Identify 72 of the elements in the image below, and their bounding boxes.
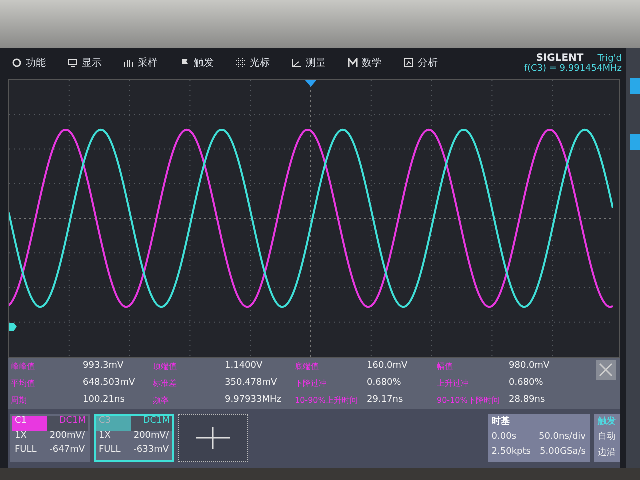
menu-item[interactable]: 采样 <box>124 56 158 70</box>
measurement-value: 350.478mV <box>224 376 278 390</box>
channel-coupling: DC1M <box>130 416 172 431</box>
bandwidth-limit: FULL <box>98 445 122 458</box>
measurement-value: 9.97933MHz <box>224 394 282 407</box>
channel-offset-icon <box>9 322 17 331</box>
close-icon <box>599 362 613 377</box>
vertical-offset: -633mV <box>132 445 170 458</box>
trigger-mode: 自动 <box>598 430 616 444</box>
letter-m-icon <box>348 58 358 68</box>
memory-depth: 2.50kpts <box>492 446 531 459</box>
vertical-scale: 200mV/ <box>132 430 170 443</box>
menu-item[interactable]: 测量 <box>292 56 326 70</box>
timebase-title: 时基 <box>492 415 511 429</box>
bars-icon <box>124 58 134 68</box>
measurement-value: 993.3mV <box>82 360 125 373</box>
trigger-type: 边沿 <box>598 446 616 460</box>
trigger-panel[interactable]: 触发 自动 边沿 <box>594 414 620 462</box>
trigger-position-icon <box>305 80 317 87</box>
measurement-value: 648.503mV <box>82 376 136 390</box>
image-icon <box>404 58 414 68</box>
chart-icon <box>292 58 302 68</box>
measurement-label: 标准差 <box>152 378 178 390</box>
measurement-value: 0.680% <box>508 376 544 390</box>
gear-icon <box>12 58 22 68</box>
trigger-title: 触发 <box>598 416 616 429</box>
measurement-label: 上升过冲 <box>436 378 470 390</box>
measurement-value: 160.0mV <box>366 360 409 373</box>
measurement-label: 峰峰值 <box>10 360 36 373</box>
measurement-value: 980.0mV <box>508 360 551 373</box>
measurement-label: 频率 <box>152 394 170 407</box>
timebase-panel[interactable]: 时基 0.00s 50.0ns/div 2.50kpts 5.00GSa/s <box>488 414 590 462</box>
probe-ratio: 1X <box>98 430 112 443</box>
channel-coupling: DC1M <box>46 416 88 431</box>
measurement-label: 10-90%上升时间 <box>294 394 359 407</box>
grid-icon <box>236 58 246 68</box>
measurement-value: 0.680% <box>366 376 402 390</box>
menu-item[interactable]: 显示 <box>68 56 102 70</box>
measurement-value: 100.21ns <box>82 394 126 407</box>
time-scale: 50.0ns/div <box>538 432 586 444</box>
vertical-scale: 200mV/ <box>48 430 86 443</box>
vertical-offset: -647mV <box>48 445 86 458</box>
frequency-readout: f(C3) = 9.991454MHz <box>524 64 622 74</box>
trigger-status: Trig'd <box>598 54 622 64</box>
brand-logo: SIGLENT <box>536 52 584 64</box>
add-channel-button[interactable] <box>178 414 248 462</box>
probe-ratio: 1X <box>14 430 28 443</box>
measurement-label: 顶端值 <box>152 360 178 373</box>
measurement-label: 90-10%下降时间 <box>436 394 501 407</box>
channel-panel[interactable]: C1 DC1M 1X 200mV/ FULL -647mV <box>10 414 90 462</box>
measurement-label: 底端值 <box>294 360 320 373</box>
close-button[interactable] <box>596 360 616 380</box>
menu-item[interactable]: 光标 <box>236 56 270 70</box>
menu-item[interactable]: 触发 <box>180 56 214 70</box>
monitor-icon <box>68 58 78 68</box>
measurement-value: 1.1400V <box>224 360 264 373</box>
menu-item[interactable]: 功能 <box>12 56 46 70</box>
menu-item[interactable]: 数学 <box>348 56 382 70</box>
measurement-label: 下降过冲 <box>294 378 328 390</box>
trigger-delay: 0.00s <box>492 432 518 444</box>
sample-rate: 5.00GSa/s <box>539 446 586 459</box>
channel-name: C3 <box>96 416 131 431</box>
menu-item[interactable]: 分析 <box>404 56 438 70</box>
channel-panel[interactable]: C3 DC1M 1X 200mV/ FULL -633mV <box>94 414 174 462</box>
measurement-label: 平均值 <box>10 378 36 390</box>
bandwidth-limit: FULL <box>14 445 38 458</box>
plus-icon <box>196 426 230 449</box>
measurement-label: 幅值 <box>436 360 454 373</box>
measurement-value: 28.89ns <box>508 394 546 407</box>
measurement-value: 29.17ns <box>366 394 404 407</box>
measurement-label: 周期 <box>10 394 28 407</box>
channel-name: C1 <box>12 416 47 431</box>
